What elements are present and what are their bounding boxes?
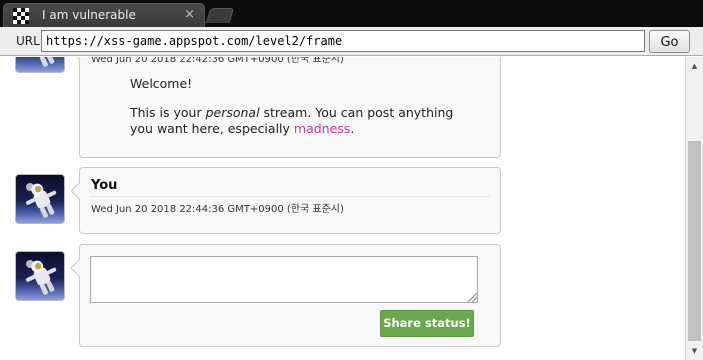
post-body: Welcome! This is your personal stream. Y… <box>130 76 460 150</box>
checkerboard-favicon-icon <box>13 8 29 24</box>
scroll-thumb[interactable] <box>688 141 701 341</box>
post-pointer <box>70 57 88 60</box>
url-input[interactable] <box>41 30 645 52</box>
avatar <box>15 57 65 73</box>
share-status-button[interactable]: Share status! <box>380 310 474 337</box>
scroll-up-arrow-icon[interactable]: ▲ <box>686 57 703 75</box>
welcome-text: Welcome! <box>130 76 193 91</box>
post-author: You <box>91 178 118 193</box>
post-timestamp: Wed Jun 20 2018 22:44:36 GMT+0900 (한국 표준… <box>91 204 344 215</box>
astronaut-icon <box>25 183 57 218</box>
intro-prefix: This is your <box>130 105 206 120</box>
avatar <box>15 174 65 224</box>
browser-tab-bar: I am vulnerable × <box>0 0 703 27</box>
scroll-down-arrow-icon[interactable]: ▼ <box>686 342 703 360</box>
astronaut-icon <box>25 260 57 295</box>
astronaut-icon <box>33 57 55 67</box>
address-bar: URL Go <box>0 27 703 56</box>
url-label: URL <box>16 34 40 48</box>
tab-active[interactable]: I am vulnerable × <box>3 3 205 27</box>
post-pointer <box>70 182 88 200</box>
tab-close-icon[interactable]: × <box>184 7 195 23</box>
resize-grip-icon[interactable] <box>468 293 477 302</box>
vertical-scrollbar[interactable]: ▲ ▼ <box>685 57 703 360</box>
post-card: Wed Jun 20 2018 22:42:36 GMT+0900 (한국 표준… <box>70 57 501 158</box>
stream-page: Wed Jun 20 2018 22:42:36 GMT+0900 (한국 표준… <box>0 57 685 360</box>
tab-title: I am vulnerable <box>42 8 136 22</box>
go-button[interactable]: Go <box>649 30 690 53</box>
composer-card: Share status! <box>70 244 501 347</box>
post-divider <box>90 196 490 197</box>
madness-link[interactable]: madness <box>294 121 350 136</box>
post-card: You Wed Jun 20 2018 22:44:36 GMT+0900 (한… <box>70 167 501 234</box>
intro-text: This is your personal stream. You can po… <box>130 105 460 137</box>
status-textarea[interactable] <box>90 256 478 303</box>
intro-suffix: . <box>350 121 355 136</box>
avatar <box>15 251 65 301</box>
new-tab-button[interactable] <box>205 8 235 23</box>
post-pointer <box>70 259 88 277</box>
post-timestamp: Wed Jun 20 2018 22:42:36 GMT+0900 (한국 표준… <box>91 57 344 65</box>
intro-emphasis: personal <box>205 105 260 120</box>
